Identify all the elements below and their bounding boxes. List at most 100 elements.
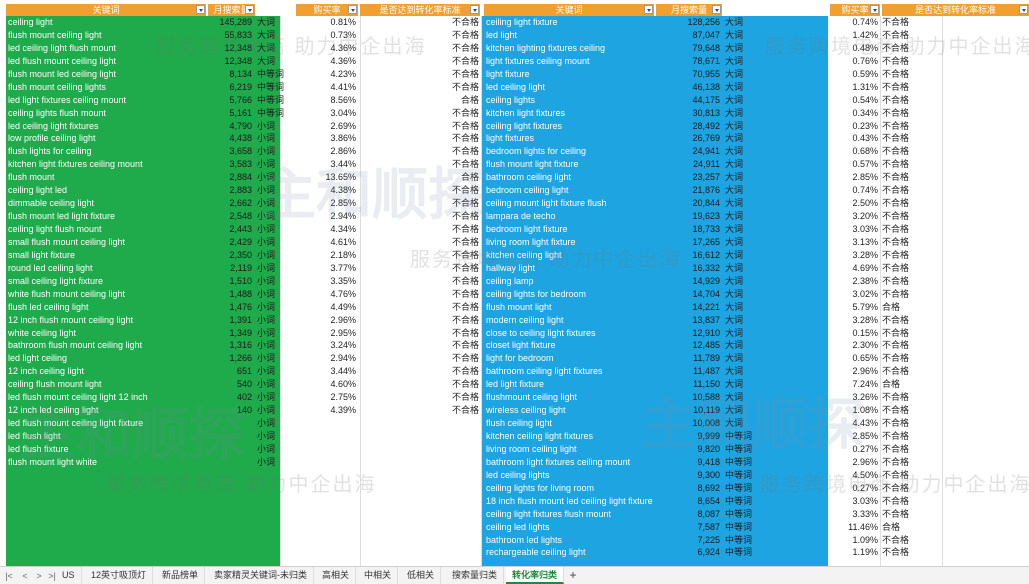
keyword-class-cell[interactable]: 中等词: [257, 81, 287, 94]
standard-status-cell[interactable]: 合格: [882, 378, 942, 391]
keyword-cell[interactable]: ceiling mount light fixture flush: [486, 197, 656, 210]
search-volume-cell[interactable]: 14,221: [658, 301, 720, 314]
standard-status-cell[interactable]: 不合格: [882, 158, 942, 171]
keyword-class-cell[interactable]: 大词: [725, 68, 765, 81]
keyword-cell[interactable]: ceiling led lights: [486, 521, 656, 534]
purchase-rate-cell[interactable]: 3.77%: [295, 262, 358, 275]
filter-dropdown-icon[interactable]: [470, 5, 479, 14]
search-volume-cell[interactable]: 12,348: [210, 42, 252, 55]
purchase-rate-cell[interactable]: 0.74%: [828, 184, 880, 197]
standard-status-cell[interactable]: 合格: [882, 521, 942, 534]
keyword-cell[interactable]: kitchen lighting fixtures ceiling: [486, 42, 656, 55]
header-keyword-left[interactable]: 关键词: [6, 4, 206, 16]
purchase-rate-cell[interactable]: 5.79%: [828, 301, 880, 314]
standard-status-cell[interactable]: 不合格: [882, 16, 942, 29]
purchase-rate-cell[interactable]: 0.57%: [828, 158, 880, 171]
keyword-cell[interactable]: flush led ceiling light: [8, 301, 208, 314]
keyword-cell[interactable]: living room ceiling light: [486, 443, 656, 456]
search-volume-cell[interactable]: 145,289: [210, 16, 252, 29]
standard-status-cell[interactable]: 不合格: [882, 184, 942, 197]
keyword-class-cell[interactable]: 大词: [725, 55, 765, 68]
keyword-cell[interactable]: lampara de techo: [486, 210, 656, 223]
next-sheet-icon[interactable]: >: [34, 570, 44, 582]
purchase-rate-cell[interactable]: 0.68%: [828, 145, 880, 158]
keyword-class-cell[interactable]: 小词: [257, 430, 287, 443]
keyword-cell[interactable]: light fixtures: [486, 132, 656, 145]
search-volume-cell[interactable]: 651: [210, 365, 252, 378]
search-volume-cell[interactable]: 9,300: [658, 469, 720, 482]
purchase-rate-cell[interactable]: 2.75%: [295, 391, 358, 404]
keyword-cell[interactable]: kitchen ceiling light fixtures: [486, 430, 656, 443]
keyword-class-cell[interactable]: 大词: [725, 223, 765, 236]
keyword-cell[interactable]: 18 inch flush mount led ceiling light fi…: [486, 495, 656, 508]
keyword-cell[interactable]: flush mount ceiling lights: [8, 81, 208, 94]
search-volume-cell[interactable]: 2,884: [210, 171, 252, 184]
purchase-rate-cell[interactable]: 3.35%: [295, 275, 358, 288]
keyword-class-cell[interactable]: 中等词: [725, 508, 765, 521]
purchase-rate-cell[interactable]: 2.95%: [295, 327, 358, 340]
keyword-class-cell[interactable]: 中等词: [725, 469, 765, 482]
sheet-tab-us[interactable]: US: [56, 567, 82, 584]
keyword-class-cell[interactable]: 大词: [725, 301, 765, 314]
purchase-rate-cell[interactable]: 2.94%: [295, 210, 358, 223]
header-purchase-rate-right[interactable]: 购买率: [830, 4, 880, 16]
standard-status-cell[interactable]: 不合格: [882, 327, 942, 340]
standard-status-cell[interactable]: 不合格: [882, 456, 942, 469]
keyword-cell[interactable]: flush ceiling light: [486, 417, 656, 430]
standard-status-cell[interactable]: 合格: [360, 94, 481, 107]
header-monthly-search-right[interactable]: 月搜索量: [656, 4, 722, 16]
purchase-rate-cell[interactable]: 2.96%: [295, 314, 358, 327]
keyword-cell[interactable]: white ceiling light: [8, 327, 208, 340]
keyword-cell[interactable]: ceiling light fixtures: [486, 120, 656, 133]
standard-status-cell[interactable]: 不合格: [882, 42, 942, 55]
purchase-rate-cell[interactable]: 13.65%: [295, 171, 358, 184]
purchase-rate-cell[interactable]: 4.76%: [295, 288, 358, 301]
search-volume-cell[interactable]: 1,349: [210, 327, 252, 340]
keyword-class-cell[interactable]: 大词: [257, 29, 287, 42]
keyword-cell[interactable]: modern ceiling light: [486, 314, 656, 327]
keyword-class-cell[interactable]: 大词: [725, 197, 765, 210]
keyword-class-cell[interactable]: 小词: [257, 275, 287, 288]
keyword-cell[interactable]: bedroom light fixture: [486, 223, 656, 236]
purchase-rate-cell[interactable]: 0.27%: [828, 482, 880, 495]
search-volume-cell[interactable]: 14,929: [658, 275, 720, 288]
keyword-cell[interactable]: led flush light: [8, 430, 208, 443]
standard-status-cell[interactable]: 不合格: [882, 443, 942, 456]
keyword-class-cell[interactable]: 大词: [257, 42, 287, 55]
keyword-class-cell[interactable]: 小词: [257, 365, 287, 378]
standard-status-cell[interactable]: 不合格: [360, 378, 481, 391]
purchase-rate-cell[interactable]: 0.34%: [828, 107, 880, 120]
search-volume-cell[interactable]: 16,332: [658, 262, 720, 275]
search-volume-cell[interactable]: 10,008: [658, 417, 720, 430]
keyword-class-cell[interactable]: 小词: [257, 301, 287, 314]
keyword-class-cell[interactable]: 大词: [725, 404, 765, 417]
keyword-cell[interactable]: bedroom lights for ceiling: [486, 145, 656, 158]
keyword-class-cell[interactable]: 小词: [257, 171, 287, 184]
search-volume-cell[interactable]: 79,648: [658, 42, 720, 55]
search-volume-cell[interactable]: 2,350: [210, 249, 252, 262]
purchase-rate-cell[interactable]: 4.49%: [295, 301, 358, 314]
keyword-cell[interactable]: ceiling flush mount light: [8, 378, 208, 391]
purchase-rate-cell[interactable]: 0.48%: [828, 42, 880, 55]
purchase-rate-cell[interactable]: 2.30%: [828, 339, 880, 352]
standard-status-cell[interactable]: 不合格: [882, 495, 942, 508]
standard-status-cell[interactable]: 不合格: [882, 288, 942, 301]
search-volume-cell[interactable]: 78,671: [658, 55, 720, 68]
standard-status-cell[interactable]: 不合格: [360, 55, 481, 68]
keyword-cell[interactable]: rechargeable ceiling light: [486, 546, 656, 559]
keyword-cell[interactable]: ceiling light fixture: [486, 16, 656, 29]
standard-status-cell[interactable]: 不合格: [882, 417, 942, 430]
purchase-rate-cell[interactable]: 3.26%: [828, 391, 880, 404]
search-volume-cell[interactable]: 8,692: [658, 482, 720, 495]
purchase-rate-cell[interactable]: 3.24%: [295, 339, 358, 352]
purchase-rate-cell[interactable]: 3.33%: [828, 508, 880, 521]
standard-status-cell[interactable]: 不合格: [360, 132, 481, 145]
purchase-rate-cell[interactable]: 2.69%: [295, 120, 358, 133]
purchase-rate-cell[interactable]: 4.38%: [295, 184, 358, 197]
keyword-class-cell[interactable]: 大词: [725, 171, 765, 184]
standard-status-cell[interactable]: 不合格: [882, 223, 942, 236]
keyword-cell[interactable]: dimmable ceiling light: [8, 197, 208, 210]
search-volume-cell[interactable]: 4,790: [210, 120, 252, 133]
purchase-rate-cell[interactable]: 0.27%: [828, 443, 880, 456]
keyword-cell[interactable]: light fixtures ceiling mount: [486, 55, 656, 68]
